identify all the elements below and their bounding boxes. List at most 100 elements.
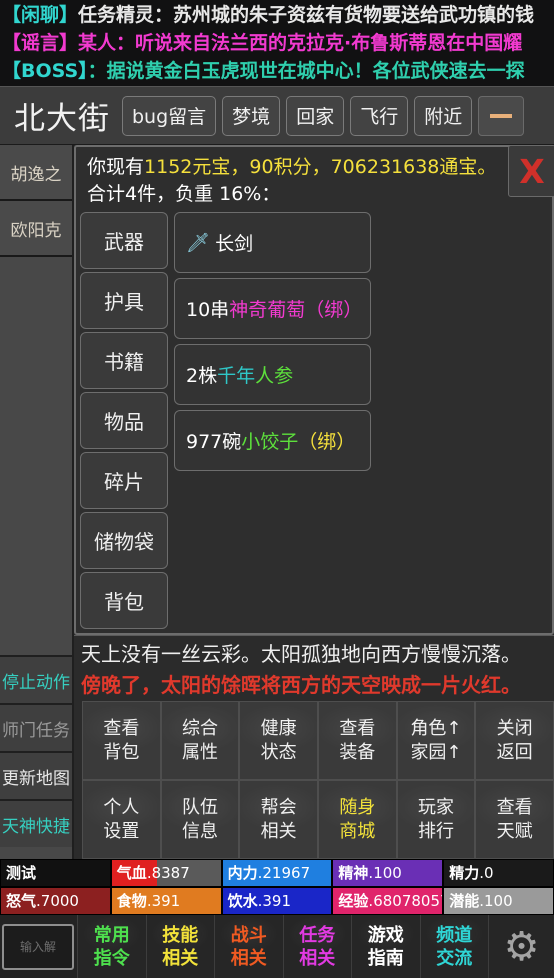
- status-value: 0: [483, 864, 494, 882]
- category-books[interactable]: 书籍: [80, 332, 168, 389]
- close-icon[interactable]: X: [508, 145, 554, 197]
- jifen-unit: 积分，: [273, 156, 331, 178]
- chat-tag: 【闲聊】: [2, 4, 79, 26]
- cmd-label-line1: 战斗: [230, 924, 267, 946]
- item-bound-tag: （绑）: [298, 431, 356, 453]
- tianshen-shortcut-button[interactable]: 天神快捷: [0, 799, 72, 847]
- action-label-line1: 综合: [181, 717, 218, 739]
- chat-input[interactable]: 输入解: [2, 923, 74, 970]
- action-personal-settings[interactable]: 个人 设置: [82, 780, 161, 859]
- action-button-grid: 查看 背包 综合 属性 健康 状态 查看 装备 角色↑ 家园↑ 关闭 返回 个人 设置 队伍信…: [82, 701, 554, 859]
- gear-icon: ⚙: [503, 923, 540, 970]
- action-label-line1: 帮会: [260, 796, 297, 818]
- yuanbao-unit: 元宝，: [192, 156, 250, 178]
- stop-action-button[interactable]: 停止动作: [0, 655, 72, 703]
- action-label-line1: 队伍: [181, 796, 218, 818]
- category-storage[interactable]: 储物袋: [80, 512, 168, 569]
- action-label-line2: 装备: [339, 741, 376, 763]
- action-label-line2: 天赋: [496, 820, 533, 842]
- status-text: 经验.680780573: [333, 888, 442, 914]
- dream-button[interactable]: 梦境: [222, 95, 281, 136]
- settings-button[interactable]: ⚙: [488, 915, 554, 978]
- action-view-equipment[interactable]: 查看 装备: [317, 701, 397, 780]
- status-label: 气血: [116, 864, 147, 882]
- nearby-button[interactable]: 附近: [414, 95, 473, 136]
- narrative-panel: 天上没有一丝云彩。太阳孤独地向西方慢慢沉落。 傍晚了，太阳的馀晖将西方的天空映成…: [74, 635, 554, 701]
- item-name: 小饺子: [241, 431, 299, 453]
- go-home-button[interactable]: 回家: [286, 95, 345, 136]
- currency-summary: 你现有1152元宝，90积分，706231638通宝。: [87, 154, 552, 181]
- action-view-backpack[interactable]: 查看 背包: [82, 701, 161, 780]
- action-label-line2: 信息: [181, 820, 218, 842]
- status-bar-rage: 怒气.7000: [0, 887, 111, 915]
- action-portable-shop[interactable]: 随身 商城: [317, 780, 397, 859]
- location-title: 北大街: [14, 101, 110, 137]
- status-bar-water: 饮水.391: [221, 887, 333, 915]
- status-label: 潜能: [449, 892, 480, 910]
- cmd-label-line2: 相关: [230, 947, 267, 969]
- action-label-line1: 角色↑: [410, 717, 462, 739]
- action-overall-attributes[interactable]: 综合 属性: [160, 701, 240, 780]
- action-player-ranking[interactable]: 玩家 排行: [396, 780, 476, 859]
- item-qty: 2株: [186, 365, 218, 387]
- item-slot[interactable]: 977碗 小饺子 （绑）: [174, 410, 371, 471]
- chat-ticker[interactable]: 【闲聊】任务精灵：苏州城的朱子资兹有货物要送给武功镇的钱 【谣言】某人：听说来自…: [0, 0, 554, 86]
- update-map-button[interactable]: 更新地图: [0, 751, 72, 799]
- status-bar-energy: 精力.0: [443, 859, 554, 887]
- fly-button[interactable]: 飞行: [350, 95, 409, 136]
- chat-line[interactable]: 【闲聊】任务精灵：苏州城的朱子资兹有货物要送给武功镇的钱: [2, 1, 554, 29]
- cmd-skills[interactable]: 技能 相关: [145, 915, 214, 978]
- cmd-label-line1: 常用: [93, 924, 130, 946]
- sect-quest-button[interactable]: 师门任务: [0, 703, 72, 751]
- cmd-label-line1: 技能: [162, 924, 199, 946]
- status-text: 怒气.7000: [6, 892, 79, 910]
- status-value: 7000: [40, 892, 79, 910]
- cmd-channels[interactable]: 频道 交流: [419, 915, 488, 978]
- action-label-line2: 排行: [417, 820, 454, 842]
- sidebar-npc-huyizhi[interactable]: 胡逸之: [0, 145, 72, 201]
- action-label-line2: 相关: [260, 820, 297, 842]
- action-view-talent[interactable]: 查看 天赋: [475, 780, 554, 859]
- item-slot[interactable]: 10串 神奇葡萄 （绑）: [174, 278, 371, 339]
- minus-icon: [490, 113, 513, 118]
- sidebar-spacer: [0, 257, 72, 655]
- cmd-combat[interactable]: 战斗 相关: [214, 915, 283, 978]
- action-label-line2: 设置: [103, 820, 140, 842]
- category-backpack[interactable]: 背包: [80, 572, 168, 629]
- category-armor[interactable]: 护具: [80, 272, 168, 329]
- status-label: 饮水: [227, 892, 258, 910]
- chat-line[interactable]: 【谣言】某人：听说来自法兰西的克拉克·布鲁斯蒂恩在中国耀: [2, 29, 554, 57]
- action-role-home[interactable]: 角色↑ 家园↑: [396, 701, 476, 780]
- action-guild-related[interactable]: 帮会 相关: [239, 780, 318, 859]
- inventory-header: 你现有1152元宝，90积分，706231638通宝。 合计4件，负重 16%：…: [76, 145, 554, 209]
- cmd-common-commands[interactable]: 常用 指令: [77, 915, 146, 978]
- chat-line[interactable]: 【BOSS】：据说黄金白玉虎现世在城中心！各位武侠速去一探: [2, 57, 554, 85]
- item-slot[interactable]: 2株 千年 人参: [174, 344, 371, 405]
- status-text: 潜能.100: [449, 892, 513, 910]
- bug-report-button[interactable]: bug留言: [122, 95, 217, 136]
- status-text: 气血.8387: [116, 864, 190, 882]
- cmd-quests[interactable]: 任务 相关: [282, 915, 351, 978]
- cmd-game-guide[interactable]: 游戏 指南: [351, 915, 420, 978]
- item-slot[interactable]: 🗡 长剑: [174, 212, 371, 273]
- action-label-line2: 状态: [260, 741, 297, 763]
- action-team-info[interactable]: 队伍 信息: [160, 780, 240, 859]
- action-close-return[interactable]: 关闭 返回: [475, 701, 554, 780]
- cmd-label-line2: 相关: [299, 947, 336, 969]
- status-label: 食物: [116, 892, 147, 910]
- minimize-button[interactable]: [478, 95, 525, 136]
- chat-tag: 【谣言】: [2, 32, 79, 54]
- sidebar-npc-ouyangke[interactable]: 欧阳克: [0, 201, 72, 257]
- category-weapon[interactable]: 武器: [80, 212, 168, 269]
- action-health-status[interactable]: 健康 状态: [239, 701, 318, 780]
- item-name-part-a: 千年: [217, 365, 256, 387]
- game-screen: 【闲聊】任务精灵：苏州城的朱子资兹有货物要送给武功镇的钱 【谣言】某人：听说来自…: [0, 0, 554, 978]
- category-items[interactable]: 物品: [80, 392, 168, 449]
- category-fragments[interactable]: 碎片: [80, 452, 168, 509]
- status-bar-potential: 潜能.100: [443, 887, 554, 915]
- chat-body: 任务精灵：苏州城的朱子资兹有货物要送给武功镇的钱: [78, 4, 535, 26]
- status-value: 8387: [151, 864, 190, 882]
- action-label-line1: 查看: [339, 717, 376, 739]
- status-value: 391: [151, 892, 181, 910]
- status-text: 内力.21967: [227, 864, 311, 882]
